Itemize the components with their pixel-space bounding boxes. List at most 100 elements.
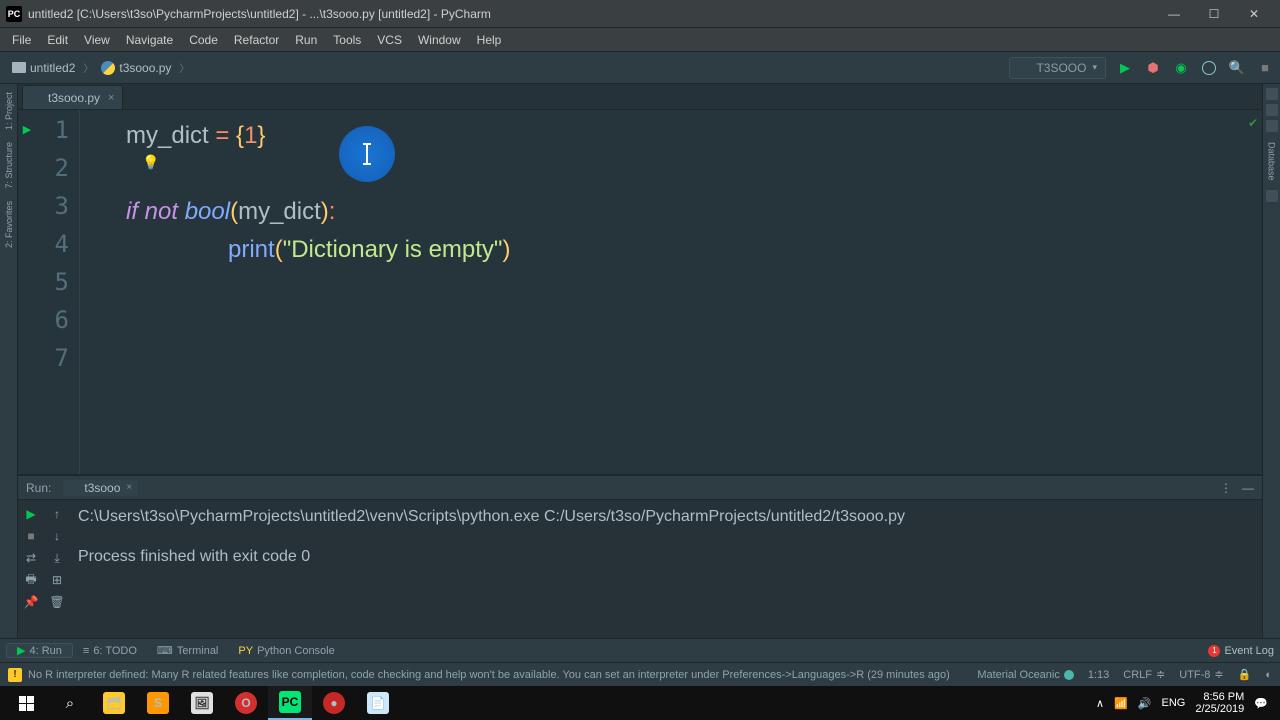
tray-overflow-icon[interactable]: ∧ (1096, 697, 1104, 710)
run-body: ▶ ↑ ■ ↓ ⇄ ⤓ 🖶 ⊞ 📌 🗑 C:\Users\t3so\Pychar… (18, 500, 1262, 638)
code-line[interactable] (80, 268, 1262, 306)
titlebar: PC untitled2 [C:\Users\t3so\PycharmProje… (0, 0, 1280, 28)
menu-code[interactable]: Code (181, 33, 226, 47)
clock[interactable]: 8:56 PM 2/25/2019 (1195, 691, 1244, 715)
app-button[interactable]: 🖼 (180, 686, 224, 720)
event-log-button[interactable]: 1 Event Log (1208, 645, 1274, 657)
inspection-ok-icon[interactable]: ✔ (1248, 116, 1258, 130)
run-gutter-icon[interactable]: ▶ (23, 123, 31, 136)
breadcrumb-project[interactable]: untitled2 (6, 59, 81, 77)
clear-button[interactable]: 🗑 (47, 592, 67, 612)
memory-indicator[interactable]: ◐ (1265, 669, 1272, 681)
debug-button[interactable]: ⬢ (1144, 59, 1162, 77)
nav-row: untitled2 〉 t3sooo.py 〉 T3SOOO ▾ ▶ ⬢ ◉ 🔍… (0, 52, 1280, 84)
bottom-pyconsole-tab[interactable]: PYPython Console (228, 645, 344, 657)
print-button[interactable]: 🖶 (21, 570, 41, 590)
menu-tools[interactable]: Tools (325, 33, 369, 47)
close-button[interactable]: ✕ (1234, 3, 1274, 25)
maximize-button[interactable]: ☐ (1194, 3, 1234, 25)
rerun-button[interactable]: ▶ (21, 504, 41, 524)
warning-icon[interactable]: ! (8, 668, 22, 682)
menu-refactor[interactable]: Refactor (226, 33, 287, 47)
notifications-icon[interactable]: 💬 (1254, 697, 1268, 710)
sublime-button[interactable]: S (136, 686, 180, 720)
code-line[interactable] (80, 344, 1262, 382)
theme-indicator[interactable]: Material Oceanic (977, 669, 1074, 681)
profile-button[interactable] (1200, 59, 1218, 77)
run-tab[interactable]: t3sooo × (63, 480, 138, 496)
run-button[interactable]: ▶ (1116, 59, 1134, 77)
favorites-tool-button[interactable]: 2: Favorites (4, 197, 14, 252)
right-tool-icon[interactable] (1266, 190, 1278, 202)
stop-button[interactable]: ■ (21, 526, 41, 546)
run-config-selector[interactable]: T3SOOO ▾ (1009, 57, 1106, 79)
right-tool-icon[interactable] (1266, 104, 1278, 116)
code-line[interactable]: print("Dictionary is empty") (80, 230, 1262, 268)
run-output[interactable]: C:\Users\t3so\PycharmProjects\untitled2\… (70, 500, 1262, 638)
stop-button[interactable]: ■ (1256, 59, 1274, 77)
database-tool-button[interactable]: Database (1265, 136, 1279, 186)
menu-run[interactable]: Run (287, 33, 325, 47)
run-panel: Run: t3sooo × ⋮ — ▶ ↑ ■ ↓ ⇄ ⤓ 🖶 ⊞ (18, 474, 1262, 638)
step-down-button[interactable]: ↓ (47, 526, 67, 546)
pycharm-task-button[interactable]: PC (268, 686, 312, 720)
editor-tab[interactable]: t3sooo.py × (22, 85, 123, 109)
menu-view[interactable]: View (76, 33, 118, 47)
layout-button[interactable]: ⊞ (47, 570, 67, 590)
right-tool-icon[interactable] (1266, 120, 1278, 132)
record-button[interactable]: ● (312, 686, 356, 720)
right-tool-icon[interactable] (1266, 88, 1278, 100)
caret-position[interactable]: 1:13 (1088, 669, 1109, 681)
windows-taskbar: ⌕ 🗂 S 🖼 O PC ● 📄 ∧ 📶 🔊 ENG 8:56 PM 2/25/… (0, 686, 1280, 720)
menu-vcs[interactable]: VCS (369, 33, 410, 47)
encoding[interactable]: UTF-8 ≑ (1179, 668, 1223, 681)
opera-button[interactable]: O (224, 686, 268, 720)
code-line[interactable] (80, 154, 1262, 192)
system-tray: ∧ 📶 🔊 ENG 8:56 PM 2/25/2019 💬 (1096, 691, 1276, 715)
menu-file[interactable]: File (4, 33, 39, 47)
network-icon[interactable]: 📶 (1114, 697, 1128, 710)
intention-bulb-icon[interactable]: 💡 (142, 154, 156, 168)
project-tool-button[interactable]: 1: Project (4, 88, 14, 134)
menu-navigate[interactable]: Navigate (118, 33, 181, 47)
code-lines[interactable]: my_dict = {1} if not bool(my_dict): prin… (80, 110, 1262, 530)
code-line[interactable] (80, 306, 1262, 344)
menu-window[interactable]: Window (410, 33, 469, 47)
close-tab-button[interactable]: × (108, 92, 114, 104)
structure-tool-button[interactable]: 7: Structure (4, 138, 14, 193)
code-area[interactable]: ▶ 1 2 3 4 5 6 7 my_dict = {1} if not boo… (18, 110, 1262, 530)
code-line[interactable]: my_dict = {1} (80, 116, 1262, 154)
notepad-button[interactable]: 📄 (356, 686, 400, 720)
scroll-end-button[interactable]: ⤓ (47, 548, 67, 568)
line-separator[interactable]: CRLF ≑ (1123, 668, 1165, 681)
bottom-terminal-tab[interactable]: ⌨Terminal (147, 644, 228, 657)
window-title: untitled2 [C:\Users\t3so\PycharmProjects… (28, 7, 1154, 21)
volume-icon[interactable]: 🔊 (1138, 697, 1152, 710)
editor-tab-row: t3sooo.py × (18, 84, 1262, 110)
menu-edit[interactable]: Edit (39, 33, 76, 47)
line-number: 1 (36, 116, 79, 154)
run-settings-icon[interactable]: ⋮ (1220, 481, 1232, 495)
step-up-button[interactable]: ↑ (47, 504, 67, 524)
line-number: 3 (36, 192, 79, 230)
pin-button[interactable]: 📌 (21, 592, 41, 612)
readonly-lock-icon[interactable]: 🔒 (1238, 668, 1252, 681)
search-everywhere-button[interactable]: 🔍 (1228, 59, 1246, 77)
start-button[interactable] (4, 686, 48, 720)
event-badge: 1 (1208, 645, 1220, 657)
menu-help[interactable]: Help (469, 33, 510, 47)
status-message: No R interpreter defined: Many R related… (28, 669, 950, 681)
search-button[interactable]: ⌕ (48, 686, 92, 720)
run-coverage-button[interactable]: ◉ (1172, 59, 1190, 77)
line-number-gutter: 1 2 3 4 5 6 7 (36, 110, 80, 530)
code-line[interactable]: if not bool(my_dict): (80, 192, 1262, 230)
file-explorer-button[interactable]: 🗂 (92, 686, 136, 720)
toggle-soft-wrap[interactable]: ⇄ (21, 548, 41, 568)
minimize-button[interactable]: ― (1154, 3, 1194, 25)
close-run-tab[interactable]: × (126, 482, 132, 493)
language-indicator[interactable]: ENG (1162, 697, 1186, 709)
breadcrumb-file[interactable]: t3sooo.py (95, 59, 177, 77)
hide-panel-button[interactable]: — (1242, 481, 1254, 495)
bottom-todo-tab[interactable]: ≡6: TODO (73, 645, 147, 657)
bottom-run-tab[interactable]: ▶4: Run (6, 643, 73, 658)
